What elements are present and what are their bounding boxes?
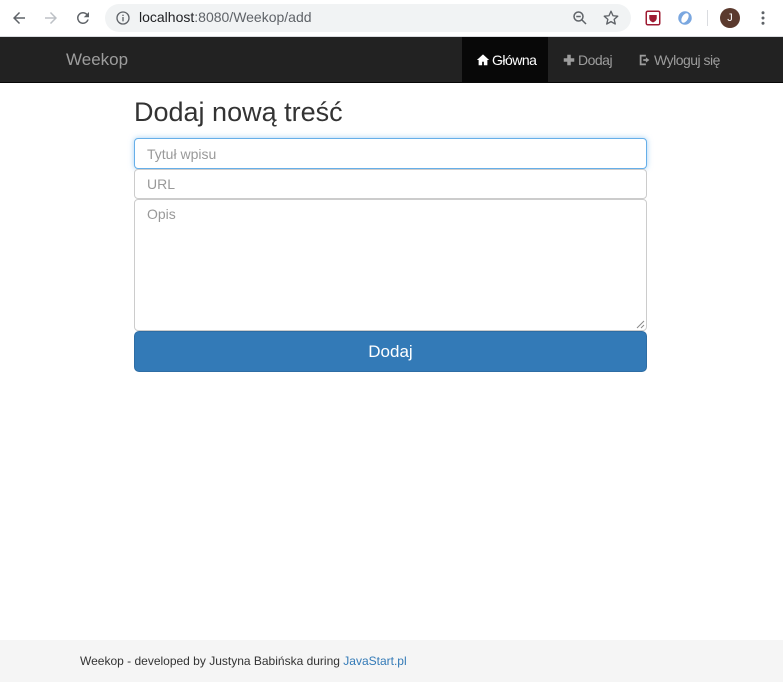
zoom-icon[interactable] — [571, 9, 589, 27]
app-navbar: Weekop Główna Dodaj Wyloguj się — [0, 37, 783, 83]
arrow-left-icon — [13, 12, 25, 24]
menu-kebab-icon[interactable] — [754, 9, 772, 27]
info-icon[interactable] — [115, 10, 131, 26]
footer-credit: Weekop - developed by Justyna Babińska d… — [80, 654, 344, 668]
nav-logout[interactable]: Wyloguj się — [624, 37, 730, 82]
extension-circle-icon[interactable] — [676, 9, 694, 27]
arrow-right-icon — [45, 12, 57, 24]
reload-icon — [76, 11, 89, 24]
nav-home-label: Główna — [492, 51, 537, 68]
home-icon — [476, 53, 490, 67]
forward-button[interactable] — [40, 7, 62, 29]
description-textarea[interactable] — [134, 199, 647, 331]
url-text[interactable]: localhost:8080/Weekop/add — [139, 9, 312, 25]
back-button[interactable] — [8, 7, 30, 29]
nav-home[interactable]: Główna — [462, 37, 548, 82]
nav-add-label: Dodaj — [578, 51, 613, 68]
profile-avatar[interactable]: J — [720, 8, 740, 28]
brand-link[interactable]: Weekop — [66, 50, 128, 70]
submit-button[interactable]: Dodaj — [134, 331, 647, 372]
page-title: Dodaj nową treść — [134, 97, 343, 127]
page-footer: Weekop - developed by Justyna Babińska d… — [0, 640, 783, 682]
address-bar[interactable]: localhost:8080/Weekop/add — [105, 4, 631, 32]
plus-icon — [562, 53, 576, 67]
url-input[interactable] — [134, 169, 647, 199]
url-path: :8080/Weekop/add — [194, 9, 312, 25]
extension-shield-icon[interactable] — [644, 9, 662, 27]
browser-toolbar: localhost:8080/Weekop/add J — [0, 0, 783, 37]
nav-logout-label: Wyloguj się — [654, 51, 720, 68]
toolbar-separator — [707, 10, 708, 26]
url-host: localhost — [139, 9, 195, 25]
title-input[interactable] — [134, 138, 647, 169]
log-out-icon — [638, 53, 652, 67]
resize-grip-icon[interactable] — [636, 320, 645, 329]
reload-button[interactable] — [72, 7, 94, 29]
nav-add[interactable]: Dodaj — [548, 37, 624, 82]
footer-text: Weekop - developed by Justyna Babińska d… — [80, 654, 407, 668]
bookmark-star-icon[interactable] — [602, 9, 620, 27]
javastart-link[interactable]: JavaStart.pl — [343, 654, 406, 668]
